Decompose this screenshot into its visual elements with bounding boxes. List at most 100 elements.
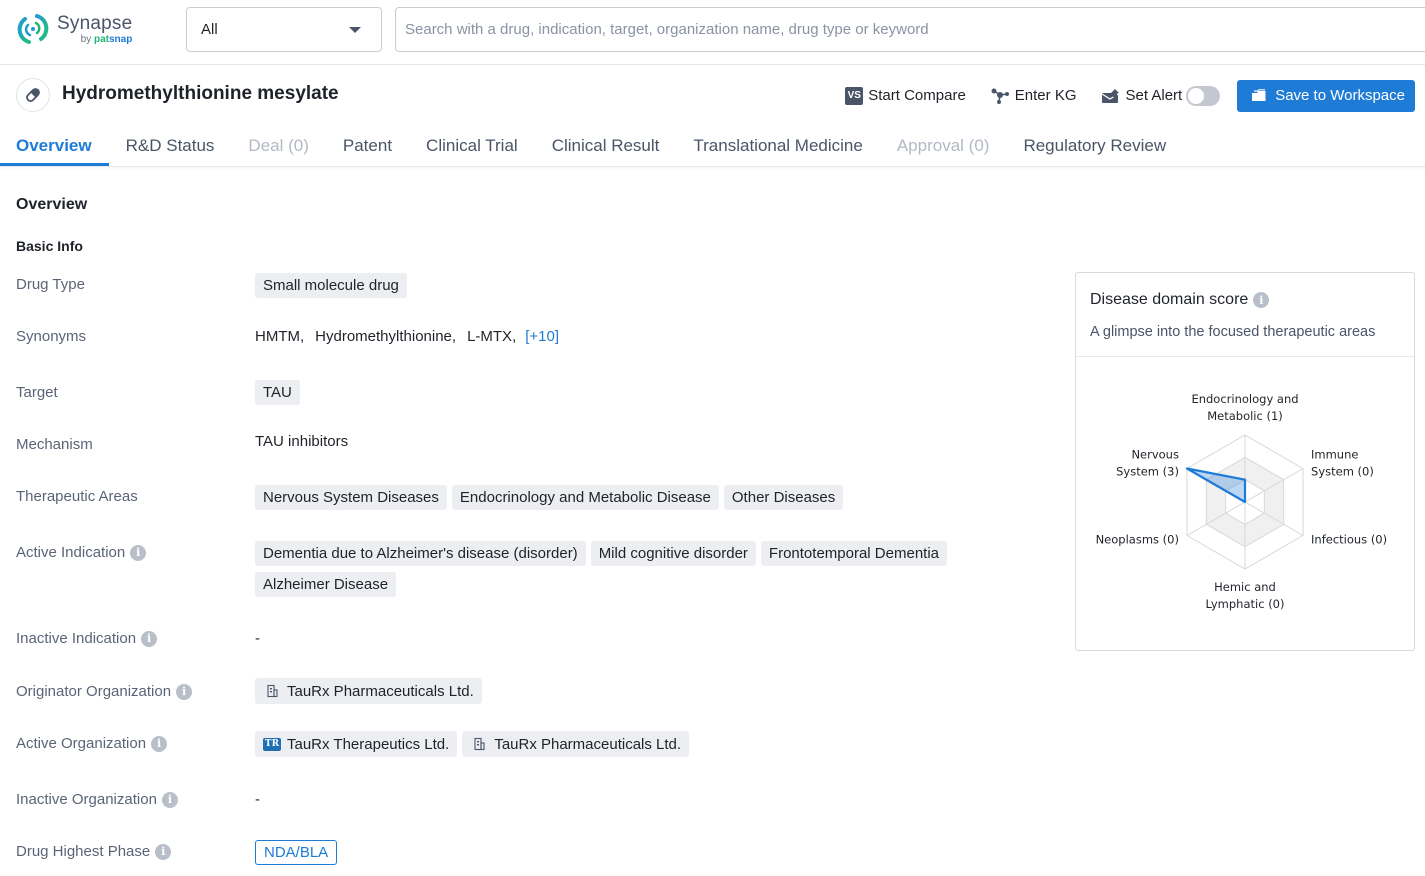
label-target: Target xyxy=(16,384,58,401)
organization-chip[interactable]: TauRx Pharmaceuticals Ltd. xyxy=(255,678,482,704)
info-icon[interactable]: i xyxy=(1253,292,1270,308)
label-active-organization: Active Organization i xyxy=(16,735,168,752)
value-active-organization: TR TauRx Therapeutics Ltd. TauRx Pharmac… xyxy=(255,731,690,757)
synonym-item: HMTM, xyxy=(255,328,305,345)
radar-axis-label-line: Immune xyxy=(1311,448,1358,462)
folder-icon xyxy=(1251,88,1267,103)
label-text: Mechanism xyxy=(16,436,93,453)
label-inactive-indication: Inactive Indication i xyxy=(16,630,158,647)
section-title-basic-info: Basic Info xyxy=(16,238,83,254)
tab-patent[interactable]: Patent xyxy=(326,124,409,166)
tab-clinical-trial[interactable]: Clinical Trial xyxy=(409,124,535,166)
info-icon[interactable]: i xyxy=(141,630,158,647)
mechanism-text: TAU inhibitors xyxy=(255,433,349,450)
highest-phase-badge[interactable]: NDA/BLA xyxy=(255,840,338,865)
synonyms-more-link[interactable]: [+10] xyxy=(525,328,559,345)
top-bar: Synapse by patsnap All xyxy=(0,0,1425,65)
label-text: Drug Type xyxy=(16,276,85,293)
building-icon xyxy=(263,682,281,700)
tab-clinical-result[interactable]: Clinical Result xyxy=(535,124,677,166)
enter-kg-button[interactable]: Enter KG xyxy=(990,87,1077,105)
set-alert-toggle[interactable] xyxy=(1186,85,1221,106)
alert-mail-icon xyxy=(1101,88,1121,104)
organization-name: TauRx Pharmaceuticals Ltd. xyxy=(494,735,682,753)
radar-axis-label-line: Hemic and xyxy=(1214,580,1276,594)
indication-chip[interactable]: Mild cognitive disorder xyxy=(590,541,756,566)
synapse-logo-icon xyxy=(17,14,49,44)
indication-chip[interactable]: Dementia due to Alzheimer's disease (dis… xyxy=(255,541,586,566)
label-drug-highest-phase: Drug Highest Phase i xyxy=(16,843,172,860)
value-mechanism: TAU inhibitors xyxy=(255,433,348,450)
info-icon[interactable]: i xyxy=(130,544,147,561)
value-inactive-organization: - xyxy=(255,791,260,808)
label-text: Drug Highest Phase xyxy=(16,843,151,860)
card-subtitle: A glimpse into the focused therapeutic a… xyxy=(1090,324,1376,340)
inactive-organization-text: - xyxy=(255,791,260,808)
label-text: Originator Organization xyxy=(16,683,172,700)
radar-axis-label: Hemic and Lymphatic (0) xyxy=(1206,580,1285,611)
tab-approval[interactable]: Approval (0) xyxy=(880,124,1007,166)
therapeutic-area-chip[interactable]: Endocrinology and Metabolic Disease xyxy=(451,485,719,510)
target-chip[interactable]: TAU xyxy=(255,380,300,405)
page-title: Hydromethylthionine mesylate xyxy=(62,83,339,104)
building-icon xyxy=(470,735,488,753)
synonym-item: L-MTX, xyxy=(467,328,517,345)
drug-pill-icon xyxy=(16,78,50,112)
start-compare-button[interactable]: VS Start Compare xyxy=(845,86,966,105)
save-to-workspace-label: Save to Workspace xyxy=(1275,87,1405,104)
radar-axis-label: Neoplasms (0) xyxy=(1096,533,1179,547)
disease-domain-card: Disease domain score i A glimpse into th… xyxy=(1075,272,1415,651)
info-icon[interactable]: i xyxy=(176,683,193,700)
app-name: Synapse xyxy=(57,12,133,34)
radar-axis-label-line: Lymphatic (0) xyxy=(1206,597,1285,611)
label-synonyms: Synonyms xyxy=(16,328,86,345)
card-title-text: Disease domain score xyxy=(1090,291,1249,308)
set-alert-control[interactable]: Set Alert xyxy=(1101,85,1221,106)
radar-chart: Endocrinology and Metabolic (1) Immune Syst… xyxy=(1096,392,1388,611)
compare-vs-icon: VS xyxy=(845,86,864,105)
indication-chip[interactable]: Alzheimer Disease xyxy=(255,572,397,597)
organization-name: TauRx Pharmaceuticals Ltd. xyxy=(287,682,474,700)
label-text: Target xyxy=(16,384,58,401)
value-inactive-indication: - xyxy=(255,630,260,647)
therapeutic-area-chip[interactable]: Nervous System Diseases xyxy=(255,485,447,510)
organization-chip[interactable]: TauRx Pharmaceuticals Ltd. xyxy=(462,731,690,757)
tab-regulatory-review[interactable]: Regulatory Review xyxy=(1006,124,1183,166)
inactive-indication-text: - xyxy=(255,630,260,647)
byline-by: by xyxy=(80,33,92,45)
tab-overview[interactable]: Overview xyxy=(0,124,109,166)
search-scope-value: All xyxy=(201,21,218,38)
label-text: Active Indication xyxy=(16,544,126,561)
label-originator-organization: Originator Organization i xyxy=(16,683,193,700)
radar-axis-label-line: Infectious (0) xyxy=(1311,533,1387,547)
indication-chip[interactable]: Frontotemporal Dementia xyxy=(760,541,947,566)
info-icon[interactable]: i xyxy=(155,843,172,860)
label-text: Synonyms xyxy=(16,328,87,345)
organization-chip[interactable]: TR TauRx Therapeutics Ltd. xyxy=(255,731,458,757)
label-text: Therapeutic Areas xyxy=(16,488,138,505)
search-scope-select[interactable]: All xyxy=(186,7,382,52)
value-synonyms: HMTM, Hydromethylthionine, L-MTX, [+10] xyxy=(255,328,559,345)
drug-type-chip[interactable]: Small molecule drug xyxy=(255,273,407,298)
save-to-workspace-button[interactable]: Save to Workspace xyxy=(1237,79,1415,112)
brand-pat: pat xyxy=(94,33,109,45)
value-drug-highest-phase: NDA/BLA xyxy=(255,840,338,865)
search-input[interactable] xyxy=(395,7,1425,52)
tab-rd-status[interactable]: R&D Status xyxy=(109,124,232,166)
info-icon[interactable]: i xyxy=(151,735,168,752)
detail-tabs: Overview R&D Status Deal (0) Patent Clin… xyxy=(0,124,1425,167)
label-text: Inactive Organization xyxy=(16,791,157,808)
tab-deal[interactable]: Deal (0) xyxy=(231,124,325,166)
radar-axis-label-line: Endocrinology and xyxy=(1191,392,1298,406)
radar-axis-label: Infectious (0) xyxy=(1311,533,1387,547)
radar-axis-label-line: Neoplasms (0) xyxy=(1096,533,1179,547)
tab-translational-medicine[interactable]: Translational Medicine xyxy=(676,124,879,166)
therapeutic-area-chip[interactable]: Other Diseases xyxy=(723,485,844,510)
card-title: Disease domain score i xyxy=(1090,291,1270,309)
radar-axis-label-line: System (3) xyxy=(1116,465,1179,479)
info-icon[interactable]: i xyxy=(161,791,178,808)
knowledge-graph-icon xyxy=(990,87,1010,105)
start-compare-label: Start Compare xyxy=(868,87,966,104)
caret-down-icon xyxy=(349,27,361,33)
synapse-logo[interactable]: Synapse by patsnap xyxy=(15,11,132,47)
